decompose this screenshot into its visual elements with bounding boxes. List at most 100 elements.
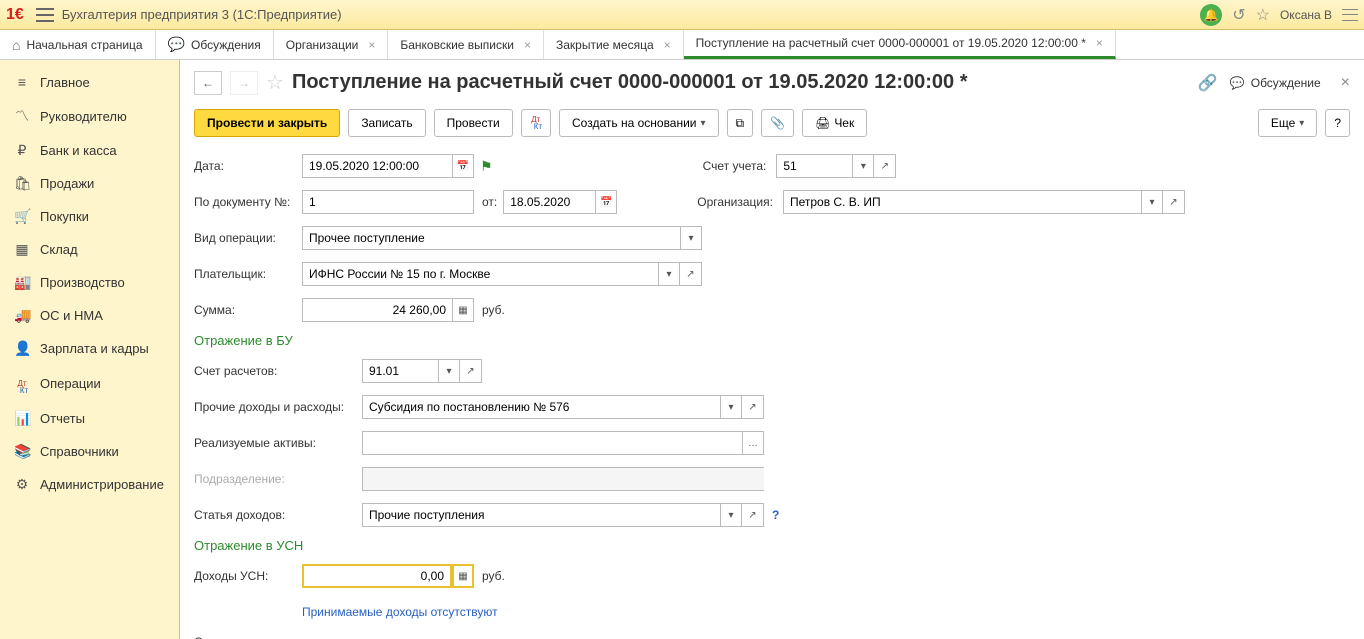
sidebar-item-operations[interactable]: ДтКтОперации bbox=[0, 365, 179, 402]
sidebar-item-label: Администрирование bbox=[40, 477, 164, 492]
post-and-close-button[interactable]: Провести и закрыть bbox=[194, 109, 340, 137]
sidebar-item-sales[interactable]: 🛍Продажи bbox=[0, 167, 179, 200]
chevron-down-icon[interactable]: ▾ bbox=[680, 226, 702, 250]
copy-button[interactable]: ⧉ bbox=[727, 109, 754, 137]
sidebar-item-purchases[interactable]: 🛒Покупки bbox=[0, 200, 179, 233]
tab-receipt[interactable]: Поступление на расчетный счет 0000-00000… bbox=[684, 30, 1116, 59]
sidebar-item-label: Банк и касса bbox=[40, 143, 117, 158]
calendar-icon[interactable]: 📅 bbox=[595, 190, 617, 214]
chevron-down-icon[interactable]: ▾ bbox=[658, 262, 680, 286]
tab-month-close[interactable]: Закрытие месяца × bbox=[544, 30, 684, 59]
sum-input[interactable] bbox=[302, 298, 452, 322]
check-button[interactable]: 🖨 Чек bbox=[802, 109, 867, 137]
favorites-icon[interactable]: ☆ bbox=[1256, 5, 1270, 25]
logo-1c-icon: 1€ bbox=[6, 6, 24, 24]
close-icon[interactable]: × bbox=[368, 38, 375, 52]
bell-icon[interactable]: 🔔 bbox=[1200, 4, 1222, 26]
optype-input[interactable] bbox=[302, 226, 680, 250]
toolbar: Провести и закрыть Записать Провести ДтК… bbox=[194, 109, 1350, 137]
docnum-input[interactable] bbox=[302, 190, 474, 214]
chevron-down-icon[interactable]: ▾ bbox=[720, 503, 742, 527]
chevron-down-icon[interactable]: ▾ bbox=[438, 359, 460, 383]
save-button[interactable]: Записать bbox=[348, 109, 425, 137]
calculator-icon[interactable]: ▦ bbox=[452, 298, 474, 322]
sidebar-item-bank[interactable]: ₽Банк и касса bbox=[0, 134, 179, 167]
open-icon[interactable]: ↗ bbox=[742, 395, 764, 419]
chevron-down-icon[interactable]: ▾ bbox=[852, 154, 874, 178]
sidebar-item-reports[interactable]: 📊Отчеты bbox=[0, 402, 179, 435]
post-button[interactable]: Провести bbox=[434, 109, 513, 137]
open-icon[interactable]: ↗ bbox=[874, 154, 896, 178]
barchart-icon: 📊 bbox=[14, 410, 30, 427]
bag-icon: 🛍 bbox=[14, 175, 30, 192]
chevron-down-icon[interactable]: ▾ bbox=[1141, 190, 1163, 214]
sidebar-item-assets[interactable]: 🚚ОС и НМА bbox=[0, 299, 179, 332]
account-input[interactable] bbox=[776, 154, 852, 178]
ellipsis-icon[interactable]: … bbox=[742, 431, 764, 455]
forward-button[interactable]: → bbox=[230, 71, 258, 95]
truck-icon: 🚚 bbox=[14, 307, 30, 324]
calc-account-input[interactable] bbox=[362, 359, 438, 383]
star-icon[interactable]: ☆ bbox=[266, 70, 284, 95]
payer-input[interactable] bbox=[302, 262, 658, 286]
close-icon[interactable]: × bbox=[1096, 36, 1103, 50]
sidebar-item-label: Операции bbox=[40, 376, 101, 391]
tab-discussions[interactable]: 💬 Обсуждения bbox=[156, 30, 274, 59]
app-title: Бухгалтерия предприятия 3 (1С:Предприяти… bbox=[62, 7, 342, 22]
tab-label: Банковские выписки bbox=[400, 38, 514, 52]
usn-note-link[interactable]: Принимаемые доходы отсутствуют bbox=[302, 605, 498, 619]
date-input[interactable] bbox=[302, 154, 452, 178]
sidebar-item-stock[interactable]: ▦Склад bbox=[0, 233, 179, 266]
tab-bank-statements[interactable]: Банковские выписки × bbox=[388, 30, 544, 59]
sidebar-item-production[interactable]: 🏭Производство bbox=[0, 266, 179, 299]
docfrom-input[interactable] bbox=[503, 190, 595, 214]
help-button[interactable]: ? bbox=[1325, 109, 1350, 137]
open-icon[interactable]: ↗ bbox=[742, 503, 764, 527]
sidebar-item-label: Склад bbox=[40, 242, 78, 257]
income-article-input[interactable] bbox=[362, 503, 720, 527]
more-button[interactable]: Еще bbox=[1258, 109, 1317, 137]
calculator-icon[interactable]: ▦ bbox=[452, 564, 474, 588]
history-icon[interactable]: ↺ bbox=[1232, 5, 1245, 25]
open-icon[interactable]: ↗ bbox=[680, 262, 702, 286]
menu-icon[interactable] bbox=[36, 8, 54, 22]
close-icon[interactable]: × bbox=[524, 38, 531, 52]
sidebar-item-salary[interactable]: 👤 Зарплата и кадры bbox=[0, 332, 179, 365]
tab-organizations[interactable]: Организации × bbox=[274, 30, 389, 59]
open-icon[interactable]: ↗ bbox=[460, 359, 482, 383]
sidebar: ≡Главное 〽Руководителю ₽Банк и касса 🛍Пр… bbox=[0, 60, 180, 639]
discussion-button[interactable]: 💬 Обсуждение bbox=[1230, 76, 1321, 90]
assets-input[interactable] bbox=[362, 431, 742, 455]
settings-lines-icon[interactable] bbox=[1342, 9, 1358, 21]
calc-account-label: Счет расчетов: bbox=[194, 364, 362, 378]
person-icon: 👤 bbox=[14, 340, 30, 357]
org-input[interactable] bbox=[783, 190, 1141, 214]
close-icon[interactable]: × bbox=[664, 38, 671, 52]
sidebar-item-manager[interactable]: 〽Руководителю bbox=[0, 98, 179, 134]
chevron-down-icon[interactable]: ▾ bbox=[720, 395, 742, 419]
dkt-button[interactable]: ДтКт bbox=[521, 109, 551, 137]
user-name[interactable]: Оксана В bbox=[1280, 8, 1332, 22]
calendar-icon[interactable]: 📅 bbox=[452, 154, 474, 178]
other-income-input[interactable] bbox=[362, 395, 720, 419]
usn-income-label: Доходы УСН: bbox=[194, 569, 302, 583]
sidebar-item-admin[interactable]: ⚙Администрирование bbox=[0, 468, 179, 501]
create-based-button[interactable]: Создать на основании bbox=[559, 109, 719, 137]
sidebar-item-label: Зарплата и кадры bbox=[40, 341, 149, 356]
sidebar-item-main[interactable]: ≡Главное bbox=[0, 66, 179, 98]
chat-icon: 💬 bbox=[168, 36, 185, 53]
close-icon[interactable]: × bbox=[1341, 74, 1350, 92]
usn-income-input[interactable] bbox=[302, 564, 452, 588]
attach-button[interactable]: 📎 bbox=[761, 109, 794, 137]
link-icon[interactable]: 🔗 bbox=[1198, 73, 1218, 93]
open-icon[interactable]: ↗ bbox=[1163, 190, 1185, 214]
org-label: Организация: bbox=[697, 195, 773, 209]
tab-label: Организации bbox=[286, 38, 359, 52]
tab-home[interactable]: ⌂ Начальная страница bbox=[0, 30, 156, 59]
help-icon[interactable]: ? bbox=[772, 508, 779, 522]
optype-label: Вид операции: bbox=[194, 231, 302, 245]
page-title: Поступление на расчетный счет 0000-00000… bbox=[292, 71, 968, 94]
back-button[interactable]: ← bbox=[194, 71, 222, 95]
sidebar-item-catalogs[interactable]: 📚Справочники bbox=[0, 435, 179, 468]
flag-icon[interactable]: ⚑ bbox=[480, 158, 493, 175]
